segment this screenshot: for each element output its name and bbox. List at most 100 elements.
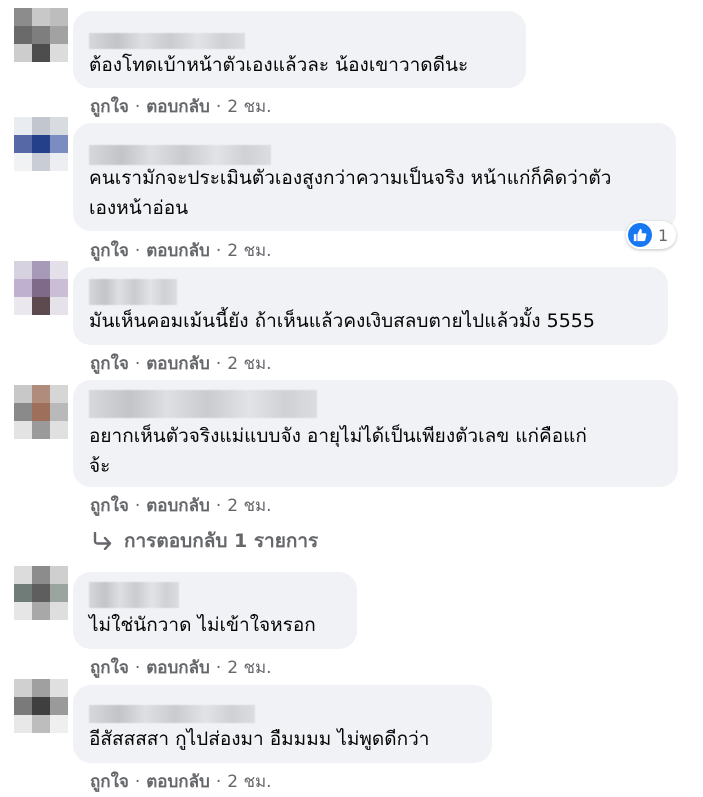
avatar[interactable]: [14, 679, 68, 733]
avatar-pixel: [32, 584, 50, 602]
comment-time[interactable]: 2 ชม.: [227, 97, 271, 117]
comment-bubble: อีสัสสสสา กูไปส่องมา อืมมมม ไม่พูดดีกว่า: [73, 685, 492, 763]
comment-actions: ถูกใจ · ตอบกลับ · 2 ชม.: [90, 93, 272, 120]
avatar-pixel: [50, 8, 68, 26]
avatar-pixel: [32, 153, 50, 171]
avatar-pixel: [50, 584, 68, 602]
avatar-pixel: [32, 566, 50, 584]
author-name-blurred[interactable]: [89, 582, 179, 608]
comment-actions: ถูกใจ · ตอบกลับ · 2 ชม.: [90, 654, 272, 681]
separator-dot: ·: [134, 772, 141, 792]
author-name-blurred[interactable]: [89, 390, 317, 418]
separator-dot: ·: [215, 354, 222, 374]
comment-text-line-2: เองหน้าอ่อน: [89, 197, 189, 219]
view-replies-label: การตอบกลับ 1 รายการ: [124, 530, 319, 552]
like-link[interactable]: ถูกใจ: [90, 496, 129, 516]
comment-text: อีสัสสสสา กูไปส่องมา อืมมมม ไม่พูดดีกว่า: [89, 728, 430, 750]
avatar-pixel: [50, 135, 68, 153]
avatar[interactable]: [14, 566, 68, 620]
avatar-pixel: [14, 697, 32, 715]
avatar-pixel: [14, 403, 32, 421]
avatar-pixel: [50, 279, 68, 297]
avatar-pixel: [50, 44, 68, 62]
comment-text: ต้องโทดเบ้าหน้าตัวเองแล้วละ น้องเขาวาดดี…: [89, 54, 469, 76]
comment-text-line-1: คนเรามักจะประเมินตัวเองสูงกว่าความเป็นจร…: [89, 167, 612, 189]
avatar-pixel: [14, 584, 32, 602]
avatar[interactable]: [14, 261, 68, 315]
avatar-pixel: [32, 385, 50, 403]
reaction-count: 1: [658, 225, 669, 245]
reply-link[interactable]: ตอบกลับ: [146, 97, 210, 117]
comment-actions: ถูกใจ · ตอบกลับ · 2 ชม.: [90, 768, 272, 795]
avatar-pixel: [50, 26, 68, 44]
avatar-pixel: [32, 679, 50, 697]
comment-actions: ถูกใจ · ตอบกลับ · 2 ชม.: [90, 237, 272, 264]
avatar[interactable]: [14, 385, 68, 439]
reaction-count-badge[interactable]: 1: [626, 221, 677, 249]
avatar-pixel: [14, 153, 32, 171]
author-name-blurred[interactable]: [89, 33, 245, 49]
avatar-pixel: [14, 679, 32, 697]
avatar-pixel: [14, 566, 32, 584]
avatar-pixel: [50, 697, 68, 715]
avatar-pixel: [14, 385, 32, 403]
comment-actions: ถูกใจ · ตอบกลับ · 2 ชม.: [90, 492, 272, 519]
reply-link[interactable]: ตอบกลับ: [146, 241, 210, 261]
avatar-pixel: [50, 117, 68, 135]
like-link[interactable]: ถูกใจ: [90, 354, 129, 374]
avatar-pixel: [14, 421, 32, 439]
avatar-pixel: [32, 421, 50, 439]
separator-dot: ·: [215, 658, 222, 678]
avatar-pixel: [32, 602, 50, 620]
avatar-pixel: [32, 697, 50, 715]
avatar-pixel: [50, 261, 68, 279]
comment-bubble: คนเรามักจะประเมินตัวเองสูงกว่าความเป็นจร…: [73, 123, 676, 231]
separator-dot: ·: [215, 97, 222, 117]
avatar-pixel: [14, 26, 32, 44]
comment-time[interactable]: 2 ชม.: [227, 354, 271, 374]
avatar-pixel: [32, 8, 50, 26]
comment-time[interactable]: 2 ชม.: [227, 496, 271, 516]
avatar-pixel: [50, 403, 68, 421]
avatar-pixel: [14, 297, 32, 315]
separator-dot: ·: [215, 496, 222, 516]
comment-actions: ถูกใจ · ตอบกลับ · 2 ชม.: [90, 350, 272, 377]
comment-time[interactable]: 2 ชม.: [227, 772, 271, 792]
avatar-pixel: [14, 117, 32, 135]
separator-dot: ·: [215, 241, 222, 261]
avatar-pixel: [50, 385, 68, 403]
avatar-pixel: [32, 135, 50, 153]
reply-arrow-icon: [93, 532, 112, 550]
reply-link[interactable]: ตอบกลับ: [146, 658, 210, 678]
avatar-pixel: [32, 261, 50, 279]
avatar[interactable]: [14, 117, 68, 171]
avatar-pixel: [14, 8, 32, 26]
comment-time[interactable]: 2 ชม.: [227, 241, 271, 261]
author-name-blurred[interactable]: [89, 279, 177, 305]
avatar-pixel: [32, 117, 50, 135]
view-replies-link[interactable]: การตอบกลับ 1 รายการ: [92, 526, 318, 556]
avatar-pixel: [50, 679, 68, 697]
author-name-blurred[interactable]: [89, 145, 271, 165]
comment-text-line-1: อยากเห็นตัวจริงแม่แบบจัง อายุไม่ได้เป็นเ…: [89, 425, 587, 447]
avatar-pixel: [50, 297, 68, 315]
avatar-pixel: [32, 44, 50, 62]
separator-dot: ·: [215, 772, 222, 792]
comment-bubble: มันเห็นคอมเม้นนี้ยัง ถ้าเห็นแล้วคงเงิบสล…: [73, 267, 668, 345]
avatar-pixel: [50, 421, 68, 439]
avatar-pixel: [14, 279, 32, 297]
like-link[interactable]: ถูกใจ: [90, 658, 129, 678]
reply-link[interactable]: ตอบกลับ: [146, 354, 210, 374]
reply-link[interactable]: ตอบกลับ: [146, 496, 210, 516]
avatar[interactable]: [14, 8, 68, 62]
comment-time[interactable]: 2 ชม.: [227, 658, 271, 678]
avatar-pixel: [32, 279, 50, 297]
like-link[interactable]: ถูกใจ: [90, 97, 129, 117]
author-name-blurred[interactable]: [89, 705, 255, 723]
thumbs-up-icon: [628, 223, 652, 247]
reply-link[interactable]: ตอบกลับ: [146, 772, 210, 792]
like-link[interactable]: ถูกใจ: [90, 241, 129, 261]
comment-text-line-2: จ้ะ: [89, 455, 111, 477]
like-link[interactable]: ถูกใจ: [90, 772, 129, 792]
avatar-pixel: [14, 715, 32, 733]
